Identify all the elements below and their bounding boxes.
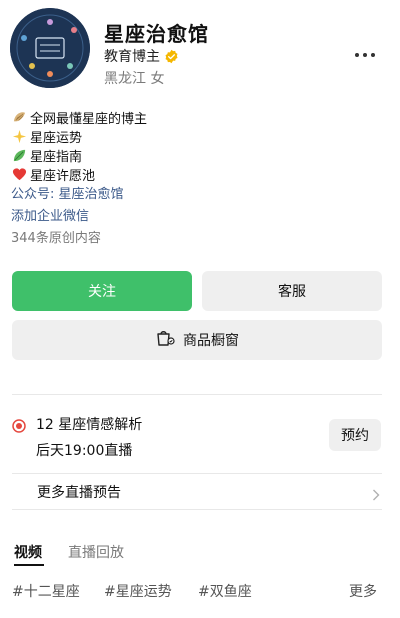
divider [12, 394, 382, 395]
bio-line: 星座运势 [11, 127, 381, 146]
bio-text: 全网最懂星座的博主 [30, 112, 148, 127]
bio-text: 星座许愿池 [30, 169, 96, 184]
live-indicator-icon [12, 418, 26, 433]
hashtag-chip[interactable]: #十二星座 [12, 581, 80, 601]
customer-service-button[interactable]: 客服 [202, 271, 382, 311]
live-time: 后天19:00直播 [36, 443, 133, 459]
original-content-count: 344条原创内容 [11, 231, 101, 246]
content-tabs: 视频 直播回放 [0, 538, 400, 568]
heart-icon [11, 167, 28, 182]
section-divider [0, 378, 400, 386]
sparkle-icon [11, 129, 28, 144]
shopping-bag-icon [155, 329, 175, 351]
book-button[interactable]: 预约 [329, 419, 381, 451]
verified-icon [164, 49, 179, 64]
add-wechat-link[interactable]: 添加企业微信 [11, 206, 381, 228]
official-account-link[interactable]: 公众号: 星座治愈馆 [11, 184, 381, 206]
leaf-icon [11, 148, 28, 163]
live-preview-card[interactable]: 12 星座情感解析 后天19:00直播 预约 [0, 400, 400, 472]
bio-text: 星座运势 [30, 131, 83, 146]
tab-video[interactable]: 视频 [14, 542, 42, 562]
shop-window-button[interactable]: 商品橱窗 [12, 320, 382, 360]
follow-button[interactable]: 关注 [12, 271, 192, 311]
tab-live-replay[interactable]: 直播回放 [68, 542, 124, 562]
hashtag-chip[interactable]: #双鱼座 [198, 581, 252, 601]
profile-header: 星座治愈馆 教育博主 黑龙江 女 [0, 0, 400, 100]
more-tags-button[interactable]: 更多 [349, 581, 377, 601]
more-options-icon[interactable] [354, 44, 376, 57]
role-label: 教育博主 [104, 49, 160, 65]
bio-line: 星座指南 [11, 146, 381, 165]
live-title: 12 星座情感解析 [36, 417, 143, 433]
divider [12, 509, 382, 510]
bio-line: 全网最懂星座的博主 [11, 108, 381, 127]
avatar[interactable] [10, 8, 90, 88]
profile-name: 星座治愈馆 [104, 22, 209, 46]
active-tab-indicator [14, 564, 44, 566]
bio-section: 全网最懂星座的博主 星座运势 星座指南 星座许愿池 公众号: 星座治愈馆 添加企… [11, 108, 381, 250]
chevron-right-icon [372, 486, 380, 501]
profile-location: 黑龙江 女 [104, 71, 165, 87]
profile-role: 教育博主 [104, 46, 179, 66]
shop-window-label: 商品橱窗 [183, 333, 239, 349]
bio-text: 星座指南 [30, 150, 83, 165]
shell-icon [11, 110, 28, 125]
more-live-previews-row[interactable]: 更多直播预告 [0, 474, 400, 508]
bio-line: 星座许愿池 [11, 165, 381, 184]
hashtag-row: #十二星座 #星座运势 #双鱼座 更多 [0, 578, 400, 604]
more-live-label: 更多直播预告 [37, 485, 121, 501]
hashtag-chip[interactable]: #星座运势 [104, 581, 172, 601]
